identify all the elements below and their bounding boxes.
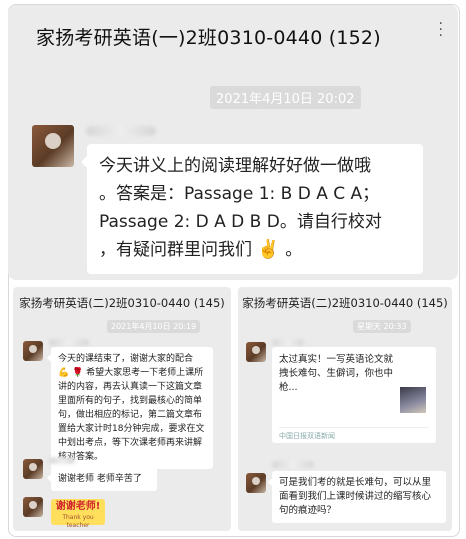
right-sender-avatar[interactable] xyxy=(246,342,266,362)
message-line-4: ，有疑问群里问我们 xyxy=(99,240,252,260)
message-line-1: 今天讲义上的阅读理解好好做一做哦 xyxy=(99,156,371,176)
left-replier-name-blurred xyxy=(49,457,75,464)
article-thumbnail xyxy=(400,387,426,413)
right-timestamp: 星期天 20:33 xyxy=(353,320,411,333)
left-sticker-avatar[interactable] xyxy=(23,497,43,517)
left-message-bubble[interactable]: 今天的课结束了，谢谢大家的配合 💪 🌹 希望大家思考一下老师上课所讲的内容，再去… xyxy=(47,347,213,469)
left-sender-avatar[interactable] xyxy=(23,341,43,361)
right-replier-name-blurred xyxy=(272,461,314,468)
shared-article-card[interactable]: 太过真实！一写英语论文就拽长难句、生僻词，你也中枪... 中国日报双语新闻 xyxy=(272,347,436,443)
message-timestamp: 2021年4月10日 20:02 xyxy=(210,86,361,109)
left-replier-avatar[interactable] xyxy=(23,459,43,479)
thanks-sticker[interactable]: 谢谢老师! Thank you teacher xyxy=(51,499,105,529)
left-chat-title: 家扬考研英语(二)2班0310-0440 (145) xyxy=(19,296,225,310)
left-chat-panel: 家扬考研英语(二)2班0310-0440 (145) 2021年4月10日 20… xyxy=(13,287,231,531)
left-timestamp: 2021年4月10日 20:19 xyxy=(107,320,201,333)
sender-name-blurred xyxy=(86,126,156,136)
article-title: 太过真实！一写英语论文就拽长难句、生僻词，你也中枪... xyxy=(279,354,394,393)
message-line-2: 。答案是：Passage 1: B D A C A； xyxy=(99,184,380,204)
left-sender-name-blurred xyxy=(49,339,89,346)
left-reply-bubble[interactable]: 谢谢老师 老师辛苦了 xyxy=(47,467,157,491)
chat-title: 家扬考研英语(一)2班0310-0440 (152) xyxy=(36,27,381,49)
card-divider xyxy=(279,427,429,428)
sticker-subtext: Thank you teacher xyxy=(62,514,94,529)
sticker-text: 谢谢老师! xyxy=(55,501,101,512)
sender-avatar[interactable] xyxy=(32,125,74,167)
victory-hand-icon: ✌️ xyxy=(257,239,280,260)
right-chat-title: 家扬考研英语(二)2班0310-0440 (145) xyxy=(242,296,448,310)
article-source: 中国日报双语新闻 xyxy=(279,432,335,440)
right-replier-avatar[interactable] xyxy=(246,473,266,493)
right-chat-panel: 家扬考研英语(二)2班0310-0440 (145) 星期天 20:33 太过真… xyxy=(238,287,452,531)
right-reply-bubble[interactable]: 可是我们考的就是长难句，可以从里面看到我们上课时候讲过的缩写核心句的痕迹吗？ xyxy=(268,471,446,523)
message-line-3: Passage 2: D A D B D。请自行校对 xyxy=(99,212,382,232)
message-bubble[interactable]: 今天讲义上的阅读理解好好做一做哦 。答案是：Passage 1: B D A C… xyxy=(81,144,423,274)
message-line-4-end: 。 xyxy=(285,240,303,260)
right-sender-name-blurred xyxy=(272,339,304,346)
more-options-icon[interactable]: ... xyxy=(439,13,444,39)
